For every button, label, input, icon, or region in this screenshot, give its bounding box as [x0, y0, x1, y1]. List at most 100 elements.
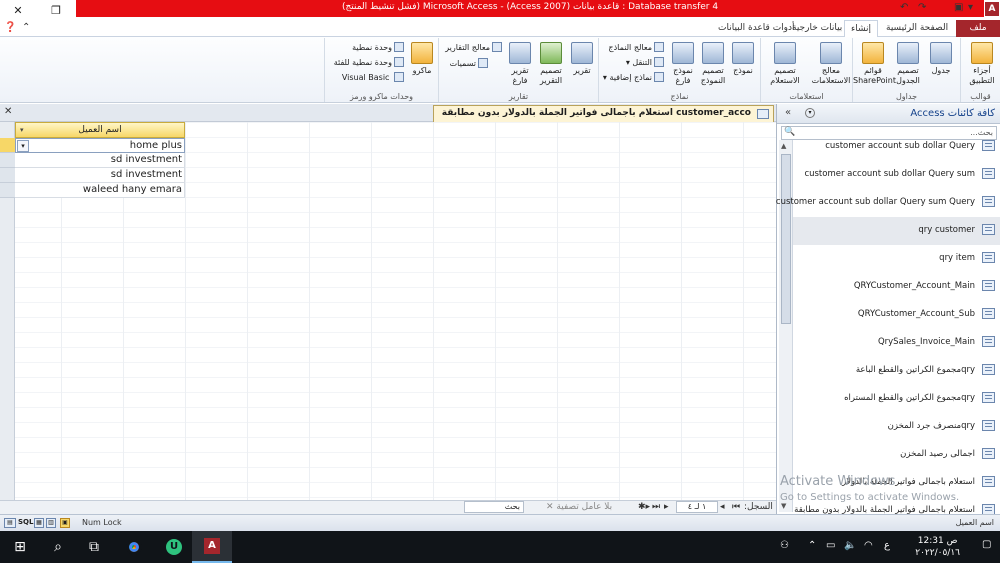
- close-document-icon[interactable]: ✕: [4, 106, 12, 117]
- module-button[interactable]: وحدة نمطية: [352, 42, 404, 52]
- table-icon: [930, 42, 952, 64]
- list-item[interactable]: customer account sub dollar Query sum Qu…: [776, 189, 1000, 217]
- list-item[interactable]: customer account sub dollar Query sum: [793, 161, 1000, 189]
- wifi-icon[interactable]: ◠: [864, 540, 873, 551]
- navigation-button[interactable]: التنقل ▾: [626, 57, 664, 67]
- chrome-icon[interactable]: [114, 531, 154, 563]
- sharepoint-lists-button[interactable]: قوائم SharePoint: [853, 42, 896, 86]
- table-row[interactable]: ▾ home plus: [15, 138, 185, 153]
- table-button[interactable]: جدول: [925, 42, 957, 76]
- app-parts-button[interactable]: أجزاء التطبيق: [965, 42, 999, 86]
- row-selector[interactable]: [0, 183, 15, 198]
- redo-icon[interactable]: ↷: [918, 2, 926, 13]
- form-design-button[interactable]: تصميم النموذج: [697, 42, 729, 86]
- table-row[interactable]: waleed hany emara: [15, 183, 185, 198]
- current-record-field[interactable]: ١ لـ ٤: [676, 501, 718, 513]
- new-record-icon[interactable]: ▸✱: [638, 502, 650, 512]
- report-wizard-button[interactable]: معالج التقارير: [445, 42, 502, 52]
- access-logo-icon: A: [985, 2, 999, 16]
- list-item[interactable]: qryمجموع الكراتين والقطع المستراه: [793, 385, 1000, 413]
- scroll-thumb[interactable]: [781, 154, 791, 324]
- previous-record-icon[interactable]: ◂: [720, 502, 725, 512]
- scroll-down-icon[interactable]: ▼: [781, 502, 786, 510]
- pivot-chart-icon[interactable]: ▥: [46, 518, 56, 528]
- people-icon[interactable]: ⚇: [780, 540, 789, 551]
- list-item[interactable]: qryمنصرف جرد المخزن: [793, 413, 1000, 441]
- list-item[interactable]: qryمجموع الكراتين والقطع الباعة: [793, 357, 1000, 385]
- list-item[interactable]: qry item: [793, 245, 1000, 273]
- pivot-table-icon[interactable]: ▦: [34, 518, 44, 528]
- row-selector[interactable]: [0, 138, 15, 153]
- close-window-button[interactable]: ✕: [0, 0, 36, 20]
- filter-status[interactable]: بلا عامل تصفية ✕: [546, 502, 612, 512]
- column-header-customer-name[interactable]: اسم العميل ▾: [15, 122, 185, 138]
- restore-window-button[interactable]: ❐: [38, 0, 74, 20]
- clock[interactable]: 12:31 ص ٢٠٢٢/٠٥/١٦: [915, 535, 960, 559]
- nav-pane-header[interactable]: « ▾ كافة كائنات Access: [777, 104, 1000, 124]
- nav-pane-scrollbar[interactable]: ▲ ▼: [779, 140, 793, 512]
- query-design-button[interactable]: تصميم الاستعلام: [763, 42, 807, 86]
- datasheet-search-input[interactable]: بحث: [464, 501, 524, 513]
- more-forms-button[interactable]: نماذج إضافية ▾: [603, 72, 664, 82]
- nav-pane-menu-icon[interactable]: ▾: [805, 108, 815, 118]
- undo-icon[interactable]: ↶: [900, 2, 908, 13]
- access-taskbar-icon[interactable]: A: [192, 531, 232, 563]
- minimize-ribbon-icon[interactable]: ⌃: [22, 22, 30, 33]
- quick-access-dropdown-icon[interactable]: ▾: [968, 2, 973, 13]
- list-item[interactable]: customer account sub dollar Query: [793, 133, 1000, 161]
- tab-file[interactable]: ملف: [956, 20, 1000, 37]
- table-design-icon: [897, 42, 919, 64]
- form-wizard-button[interactable]: معالج النماذج: [608, 42, 664, 52]
- sql-view-button[interactable]: SQL: [18, 518, 33, 526]
- collapse-pane-icon[interactable]: «: [785, 107, 791, 118]
- record-label: السجل:: [744, 502, 773, 512]
- query-wizard-button[interactable]: معالج الاستعلامات: [809, 42, 853, 86]
- navigation-pane: « ▾ كافة كائنات Access 🔍 بحث... ▲ ▼ cust…: [776, 104, 1000, 514]
- volume-icon[interactable]: 🔈: [844, 540, 856, 551]
- tab-home[interactable]: الصفحة الرئيسية: [880, 22, 954, 34]
- row-selector[interactable]: [0, 153, 15, 168]
- tab-database-tools[interactable]: أدوات قاعدة البيانات: [712, 22, 801, 34]
- combo-dropdown-icon[interactable]: ▾: [17, 140, 29, 152]
- list-item[interactable]: اجمالى رصيد المخزن: [793, 441, 1000, 469]
- help-icon[interactable]: ❓: [4, 22, 16, 33]
- list-item[interactable]: QRYCustomer_Account_Main: [793, 273, 1000, 301]
- table-row[interactable]: sd investment: [15, 153, 185, 168]
- task-view-icon[interactable]: ⧉: [74, 531, 114, 563]
- first-record-icon[interactable]: ⏮: [732, 502, 740, 512]
- macro-icon: [411, 42, 433, 64]
- blank-report-button[interactable]: تقرير فارغ: [505, 42, 535, 86]
- next-record-icon[interactable]: ▸: [664, 502, 669, 512]
- form-button[interactable]: نموذج: [727, 42, 759, 76]
- visual-basic-button[interactable]: Visual Basic: [342, 72, 404, 82]
- list-item[interactable]: QrySales_Invoice_Main: [793, 329, 1000, 357]
- notifications-icon[interactable]: ▢: [982, 539, 991, 550]
- save-icon[interactable]: ▣: [954, 2, 963, 13]
- design-view-icon[interactable]: ▣: [60, 518, 70, 528]
- row-selector[interactable]: [0, 168, 15, 183]
- table-row[interactable]: sd investment: [15, 168, 185, 183]
- last-record-icon[interactable]: ⏭: [652, 502, 660, 512]
- document-tab[interactable]: customer_acco استعلام باجمالى فواتير الج…: [432, 105, 774, 122]
- search-icon[interactable]: ⌕: [38, 531, 78, 563]
- column-sort-dropdown-icon[interactable]: ▾: [20, 123, 24, 137]
- list-item[interactable]: qry customer: [793, 217, 1000, 245]
- datasheet-view-icon[interactable]: ▤: [4, 518, 16, 528]
- report-design-button[interactable]: تصميم التقرير: [535, 42, 567, 86]
- windows-start-icon[interactable]: ⊞: [0, 531, 40, 563]
- tray-expand-icon[interactable]: ⌃: [808, 540, 816, 551]
- table-design-button[interactable]: تصميم الجدول: [891, 42, 925, 86]
- uvpn-icon[interactable]: U: [154, 531, 194, 563]
- scroll-up-icon[interactable]: ▲: [781, 142, 786, 150]
- tab-create[interactable]: إنشاء: [844, 20, 879, 37]
- macro-button[interactable]: ماكرو: [407, 42, 437, 76]
- report-button[interactable]: تقرير: [567, 42, 597, 76]
- battery-icon[interactable]: ▭: [826, 540, 835, 551]
- class-module-button[interactable]: وحدة نمطية للفئة: [334, 57, 404, 67]
- group-queries: معالج الاستعلامات تصميم الاستعلام استعلا…: [760, 38, 852, 102]
- labels-button[interactable]: تسميات: [450, 58, 488, 68]
- input-language-indicator[interactable]: ع: [884, 540, 890, 551]
- blank-form-button[interactable]: نموذج فارغ: [667, 42, 699, 86]
- list-item[interactable]: QRYCustomer_Account_Sub: [793, 301, 1000, 329]
- query-icon: [982, 476, 995, 487]
